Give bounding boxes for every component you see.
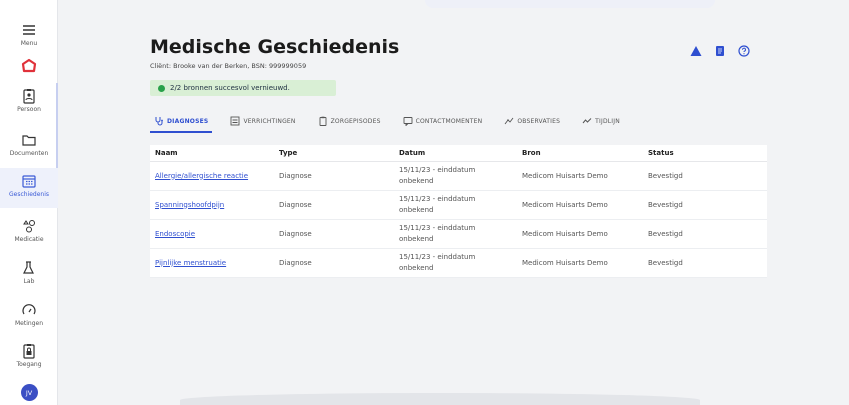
clipboard-person-icon — [23, 89, 35, 104]
tab-label: TIJDLIJN — [595, 117, 620, 125]
cell-bron: Medicom Huisarts Demo — [522, 258, 608, 267]
tab-verrichtingen[interactable]: VERRICHTINGEN — [226, 112, 299, 130]
table-header: Naam Type Datum Bron Status — [150, 145, 767, 162]
clipboard-icon — [319, 116, 327, 126]
tab-contactmomenten[interactable]: CONTACTMOMENTEN — [399, 112, 487, 130]
column-header-datum[interactable]: Datum — [394, 149, 517, 157]
table-row[interactable]: Endoscopie Diagnose 15/11/23 - einddatum… — [150, 220, 767, 249]
tab-diagnoses[interactable]: DIAGNOSES — [150, 112, 213, 133]
calendar-icon — [22, 175, 36, 188]
menu-button[interactable]: Menu — [0, 22, 58, 47]
help-icon[interactable] — [738, 45, 750, 57]
warning-icon[interactable] — [690, 45, 702, 57]
datum-line: onbekend — [399, 206, 434, 214]
hamburger-icon — [23, 25, 35, 35]
datum-line: onbekend — [399, 177, 434, 185]
table-row[interactable]: Pijnlijke menstruatie Diagnose 15/11/23 … — [150, 249, 767, 278]
sidebar: Menu Persoon Documenten Geschiedenis Med… — [0, 0, 58, 405]
stethoscope-icon — [155, 117, 163, 126]
app-logo[interactable] — [0, 58, 58, 74]
sidebar-item-label: Geschiedenis — [8, 191, 50, 198]
diagnoses-table: Naam Type Datum Bron Status Allergie/all… — [150, 145, 767, 278]
folder-icon — [22, 135, 36, 146]
cell-status: Bevestigd — [648, 258, 683, 267]
datum-line: onbekend — [399, 235, 434, 243]
cell-bron: Medicom Huisarts Demo — [522, 229, 608, 238]
sidebar-item-label: Persoon — [17, 106, 41, 113]
avatar-initials: JV — [25, 388, 33, 397]
success-banner: 2/2 bronnen succesvol vernieuwd. — [150, 80, 336, 96]
tab-zorgepisodes[interactable]: ZORGEPISODES — [314, 112, 385, 130]
diagnosis-link[interactable]: Spanningshoofdpijn — [150, 200, 274, 211]
tab-label: CONTACTMOMENTEN — [415, 117, 483, 125]
chat-icon — [403, 117, 413, 126]
table-row[interactable]: Allergie/allergische reactie Diagnose 15… — [150, 162, 767, 191]
tab-label: OBSERVATIES — [517, 117, 561, 125]
tab-observaties[interactable]: OBSERVATIES — [500, 112, 564, 130]
tab-label: ZORGEPISODES — [330, 117, 381, 125]
tab-label: VERRICHTINGEN — [243, 117, 296, 125]
cell-datum: 15/11/23 - einddatum onbekend — [394, 223, 517, 245]
sidebar-item-metingen[interactable]: Metingen — [0, 302, 58, 327]
table-row[interactable]: Spanningshoofdpijn Diagnose 15/11/23 - e… — [150, 191, 767, 220]
sidebar-item-medicatie[interactable]: Medicatie — [0, 218, 58, 243]
sidebar-item-label: Documenten — [9, 150, 49, 157]
sidebar-item-label: Toegang — [16, 361, 42, 368]
clipboard-lock-icon — [23, 344, 35, 359]
diagnosis-link[interactable]: Pijnlijke menstruatie — [150, 258, 274, 269]
page-title: Medische Geschiedenis — [150, 36, 400, 58]
column-header-type[interactable]: Type — [274, 149, 394, 157]
header-actions — [690, 45, 750, 57]
cell-bron: Medicom Huisarts Demo — [522, 200, 608, 209]
datum-line: 15/11/23 - einddatum — [399, 253, 476, 261]
datum-line: onbekend — [399, 264, 434, 272]
cell-status: Bevestigd — [648, 200, 683, 209]
sidebar-item-toegang[interactable]: Toegang — [0, 343, 58, 368]
avatar: JV — [20, 384, 38, 401]
column-header-bron[interactable]: Bron — [517, 149, 643, 157]
top-decoration — [425, 0, 715, 8]
cell-type: Diagnose — [279, 229, 312, 238]
tab-label: DIAGNOSES — [167, 117, 209, 125]
cell-type: Diagnose — [279, 258, 312, 267]
client-info: Cliënt: Brooke van der Berken, BSN: 9999… — [150, 62, 307, 70]
sidebar-item-lab[interactable]: Lab — [0, 260, 58, 285]
check-circle-icon — [158, 84, 165, 92]
datum-line: 15/11/23 - einddatum — [399, 166, 476, 174]
sidebar-item-documenten[interactable]: Documenten — [0, 132, 58, 157]
cell-datum: 15/11/23 - einddatum onbekend — [394, 165, 517, 187]
gauge-icon — [22, 304, 36, 315]
cell-datum: 15/11/23 - einddatum onbekend — [394, 194, 517, 216]
banner-text: 2/2 bronnen succesvol vernieuwd. — [170, 84, 290, 92]
sidebar-item-persoon[interactable]: Persoon — [0, 88, 58, 113]
cell-datum: 15/11/23 - einddatum onbekend — [394, 252, 517, 274]
diagnosis-link[interactable]: Endoscopie — [150, 229, 274, 240]
history-tabs: DIAGNOSES VERRICHTINGEN ZORGEPISODES CON… — [150, 112, 638, 133]
bottom-decoration — [180, 393, 700, 405]
column-header-naam[interactable]: Naam — [150, 149, 274, 157]
cell-type: Diagnose — [279, 171, 312, 180]
diagnosis-link[interactable]: Allergie/allergische reactie — [150, 171, 274, 182]
user-avatar[interactable]: JV — [0, 384, 58, 401]
menu-label: Menu — [20, 40, 38, 47]
sidebar-item-label: Medicatie — [14, 236, 44, 243]
trend-icon — [582, 118, 592, 124]
cell-type: Diagnose — [279, 200, 312, 209]
document-icon[interactable] — [714, 45, 726, 57]
cell-bron: Medicom Huisarts Demo — [522, 171, 608, 180]
sidebar-item-geschiedenis[interactable]: Geschiedenis — [0, 168, 58, 208]
cell-status: Bevestigd — [648, 171, 683, 180]
datum-line: 15/11/23 - einddatum — [399, 195, 476, 203]
tab-tijdlijn[interactable]: TIJDLIJN — [578, 112, 624, 130]
flask-icon — [23, 261, 34, 274]
sidebar-item-label: Metingen — [15, 320, 43, 327]
procedure-icon — [231, 116, 240, 126]
logo-icon — [21, 58, 37, 73]
sidebar-item-label: Lab — [23, 278, 35, 285]
observation-icon — [504, 117, 514, 125]
cell-status: Bevestigd — [648, 229, 683, 238]
datum-line: 15/11/23 - einddatum — [399, 224, 476, 232]
column-header-status[interactable]: Status — [643, 149, 767, 157]
pills-icon — [23, 220, 35, 233]
